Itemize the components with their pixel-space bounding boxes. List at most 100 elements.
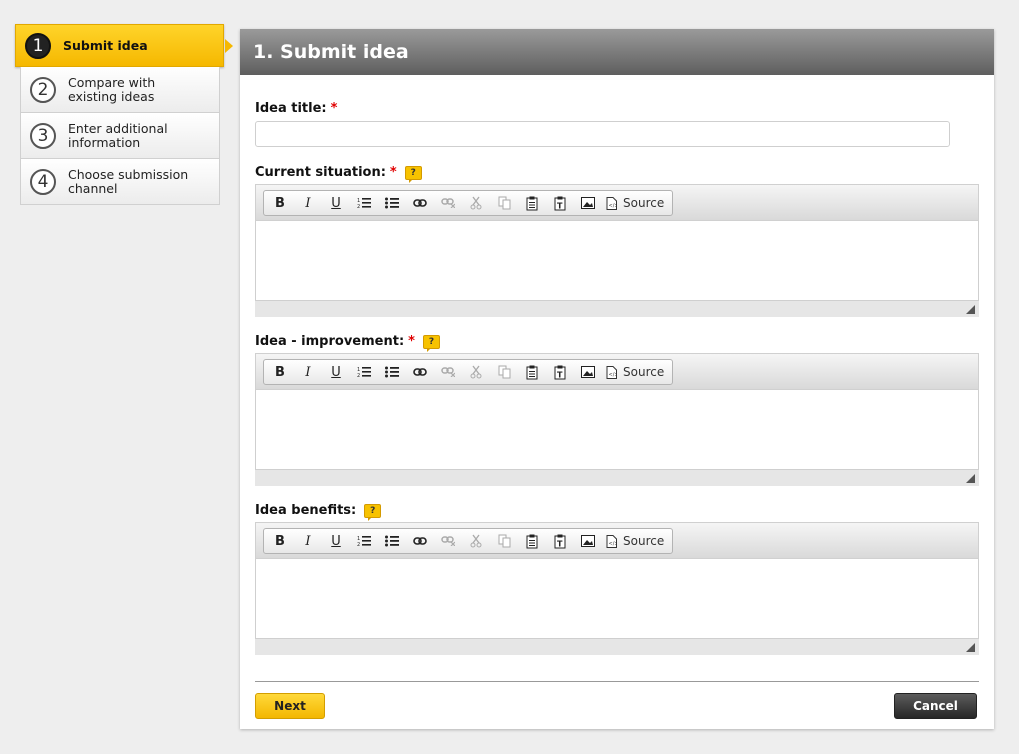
cancel-button[interactable]: Cancel xyxy=(894,693,977,719)
numbered-list-icon[interactable]: 12 xyxy=(350,360,378,384)
numbered-list-icon[interactable]: 12 xyxy=(350,191,378,215)
bulleted-list-icon[interactable] xyxy=(378,360,406,384)
svg-text:T: T xyxy=(557,539,563,548)
image-icon[interactable] xyxy=(574,360,602,384)
copy-icon[interactable] xyxy=(490,360,518,384)
cut-icon[interactable] xyxy=(462,529,490,553)
paste-text-icon[interactable]: T xyxy=(546,191,574,215)
panel-title: 1. Submit idea xyxy=(240,29,994,75)
svg-text:2: 2 xyxy=(357,204,360,209)
link-icon[interactable] xyxy=(406,360,434,384)
unlink-icon[interactable] xyxy=(434,191,462,215)
unlink-icon[interactable] xyxy=(434,529,462,553)
resize-grip-icon[interactable] xyxy=(966,305,975,314)
link-icon[interactable] xyxy=(406,529,434,553)
idea-improvement-editor: B I U 12 T </> Source xyxy=(255,353,979,486)
paste-icon[interactable] xyxy=(518,191,546,215)
link-icon[interactable] xyxy=(406,191,434,215)
resize-grip-icon[interactable] xyxy=(966,474,975,483)
bulleted-list-icon[interactable] xyxy=(378,529,406,553)
unlink-icon[interactable] xyxy=(434,360,462,384)
current-situation-editor: B I U 12 T </> Source xyxy=(255,184,979,317)
idea-improvement-label-text: Idea - improvement: xyxy=(255,334,405,349)
help-icon[interactable]: ? xyxy=(364,503,382,521)
source-label: Source xyxy=(623,365,665,379)
underline-icon[interactable]: U xyxy=(322,191,350,215)
image-icon[interactable] xyxy=(574,191,602,215)
step-submit-idea[interactable]: 1 Submit idea xyxy=(15,24,233,67)
svg-text:</>: </> xyxy=(609,372,618,378)
footer-divider xyxy=(255,681,979,682)
current-situation-label: Current situation: * ? xyxy=(255,165,422,183)
svg-text:</>: </> xyxy=(609,203,618,209)
italic-icon[interactable]: I xyxy=(294,360,322,384)
required-marker: * xyxy=(389,165,397,180)
source-button[interactable]: </> Source xyxy=(602,365,670,379)
current-situation-textarea[interactable] xyxy=(255,221,979,301)
source-label: Source xyxy=(623,534,665,548)
paste-icon[interactable] xyxy=(518,360,546,384)
svg-text:2: 2 xyxy=(357,542,360,547)
resize-grip-icon[interactable] xyxy=(966,643,975,652)
idea-benefits-label-text: Idea benefits: xyxy=(255,503,357,518)
step-number: 2 xyxy=(30,76,56,103)
svg-text:T: T xyxy=(557,370,563,379)
paste-icon[interactable] xyxy=(518,529,546,553)
toolbar-group: B I U 12 T </> Source xyxy=(263,190,674,216)
editor-footer xyxy=(255,470,979,486)
step-label: Compare with existing ideas xyxy=(68,74,156,104)
italic-icon[interactable]: I xyxy=(294,529,322,553)
idea-benefits-textarea[interactable] xyxy=(255,559,979,639)
italic-icon[interactable]: I xyxy=(294,191,322,215)
step-label: Choose submission channel xyxy=(68,166,189,196)
numbered-list-icon[interactable]: 12 xyxy=(350,529,378,553)
cut-icon[interactable] xyxy=(462,360,490,384)
underline-icon[interactable]: U xyxy=(322,360,350,384)
step-compare-ideas[interactable]: 2 Compare with existing ideas xyxy=(20,67,220,113)
idea-title-label-text: Idea title: xyxy=(255,101,327,116)
toolbar-group: B I U 12 T </> Source xyxy=(263,528,674,554)
image-icon[interactable] xyxy=(574,529,602,553)
source-button[interactable]: </> Source xyxy=(602,196,670,210)
cut-icon[interactable] xyxy=(462,191,490,215)
bold-icon[interactable]: B xyxy=(266,191,294,215)
editor-footer xyxy=(255,301,979,317)
idea-benefits-editor: B I U 12 T </> Source xyxy=(255,522,979,655)
form-panel: 1. Submit idea Idea title: * Current sit… xyxy=(240,29,994,729)
copy-icon[interactable] xyxy=(490,191,518,215)
step-number: 4 xyxy=(30,168,56,195)
source-icon: </> xyxy=(606,534,618,548)
copy-icon[interactable] xyxy=(490,529,518,553)
step-additional-info[interactable]: 3 Enter additional information xyxy=(20,113,220,159)
source-icon: </> xyxy=(606,365,618,379)
idea-benefits-label: Idea benefits: ? xyxy=(255,503,382,521)
bold-icon[interactable]: B xyxy=(266,360,294,384)
next-button[interactable]: Next xyxy=(255,693,325,719)
idea-improvement-label: Idea - improvement: * ? xyxy=(255,334,440,352)
editor-toolbar: B I U 12 T </> Source xyxy=(255,353,979,390)
underline-icon[interactable]: U xyxy=(322,529,350,553)
required-marker: * xyxy=(408,334,415,349)
svg-text:T: T xyxy=(557,201,563,210)
source-label: Source xyxy=(623,196,665,210)
idea-title-input[interactable] xyxy=(255,121,950,147)
bulleted-list-icon[interactable] xyxy=(378,191,406,215)
svg-text:</>: </> xyxy=(609,541,618,547)
required-marker: * xyxy=(330,101,338,116)
idea-improvement-textarea[interactable] xyxy=(255,390,979,470)
paste-text-icon[interactable]: T xyxy=(546,529,574,553)
step-number: 1 xyxy=(25,32,51,59)
current-situation-label-text: Current situation: xyxy=(255,165,386,180)
step-submission-channel[interactable]: 4 Choose submission channel xyxy=(20,159,220,205)
toolbar-group: B I U 12 T </> Source xyxy=(263,359,674,385)
help-icon[interactable]: ? xyxy=(422,334,440,352)
editor-footer xyxy=(255,639,979,655)
source-button[interactable]: </> Source xyxy=(602,534,670,548)
paste-text-icon[interactable]: T xyxy=(546,360,574,384)
editor-toolbar: B I U 12 T </> Source xyxy=(255,522,979,559)
idea-title-label: Idea title: * xyxy=(255,101,337,116)
step-label: Enter additional information xyxy=(68,120,168,150)
editor-toolbar: B I U 12 T </> Source xyxy=(255,184,979,221)
bold-icon[interactable]: B xyxy=(266,529,294,553)
help-icon[interactable]: ? xyxy=(404,165,422,183)
